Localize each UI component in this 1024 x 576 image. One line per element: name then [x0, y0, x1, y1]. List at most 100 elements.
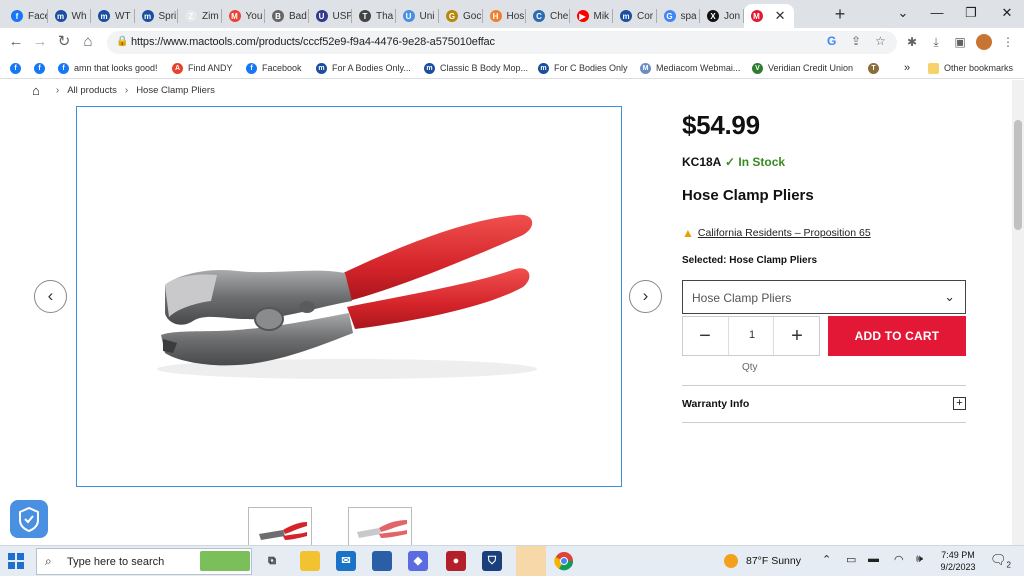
- bookmark-star-icon[interactable]: ☆: [875, 34, 886, 48]
- carousel-next-button[interactable]: ›: [629, 280, 662, 313]
- maximize-button[interactable]: ❐: [954, 0, 988, 28]
- task-view-icon[interactable]: ⧉: [262, 551, 282, 571]
- browser-tab[interactable]: M ✕: [743, 4, 794, 28]
- warranty-accordion[interactable]: Warranty Info +: [682, 385, 966, 423]
- browser-tab[interactable]: H Hos: [483, 4, 526, 28]
- weather-widget[interactable]: 87°F Sunny: [724, 554, 801, 568]
- share-icon[interactable]: ⇪: [851, 34, 861, 48]
- side-panel-icon[interactable]: ▣: [952, 34, 968, 50]
- camera-app-icon[interactable]: ●: [446, 551, 466, 571]
- variant-select[interactable]: Hose Clamp Pliers ⌄: [682, 280, 966, 314]
- address-bar[interactable]: 🔒 https://www.mactools.com/products/cccf…: [107, 31, 897, 54]
- browser-tab[interactable]: ▶ Mik: [570, 4, 613, 28]
- browser-tab[interactable]: Gspa: [657, 4, 700, 28]
- back-arrow-icon[interactable]: ←: [6, 32, 26, 52]
- increase-quantity-button[interactable]: +: [784, 323, 810, 349]
- browser-tab[interactable]: C Che: [526, 4, 570, 28]
- browser-tab[interactable]: U USP: [309, 4, 352, 28]
- tab-search-icon[interactable]: ⌄: [886, 0, 920, 28]
- product-page: ⌂ › All products › Hose Clamp Pliers ‹ ›…: [0, 80, 1024, 545]
- clock[interactable]: 7:49 PM 9/2/2023: [935, 549, 981, 573]
- browser-tab[interactable]: B Bad: [265, 4, 309, 28]
- browser-tab[interactable]: M You: [222, 4, 265, 28]
- prop65-link[interactable]: California Residents – Proposition 65: [698, 227, 871, 239]
- profile-avatar[interactable]: [976, 34, 992, 50]
- forward-arrow-icon[interactable]: →: [30, 32, 50, 52]
- browser-tab[interactable]: m WT: [91, 4, 135, 28]
- browser-tab[interactable]: m Spri: [135, 4, 178, 28]
- bookmark-item[interactable]: M Mediacom Webmai...: [640, 61, 740, 75]
- bookmark-favicon-icon: m: [316, 62, 327, 74]
- file-explorer-icon[interactable]: [300, 551, 320, 571]
- tab-favicon-icon: m: [98, 10, 110, 22]
- tab-title: Mik: [593, 10, 610, 22]
- expand-plus-icon[interactable]: +: [953, 397, 966, 410]
- carousel-prev-button[interactable]: ‹: [34, 280, 67, 313]
- bookmarks-more-button[interactable]: »: [904, 61, 910, 75]
- close-window-button[interactable]: ✕: [990, 0, 1024, 28]
- bookmark-item[interactable]: f amn that looks good!: [58, 61, 158, 75]
- browser-tab[interactable]: U Uni: [396, 4, 439, 28]
- browser-tab[interactable]: Z Zim: [178, 4, 222, 28]
- notification-center-button[interactable]: 🗨2: [990, 552, 1011, 570]
- breadcrumb-all-products[interactable]: All products: [67, 85, 117, 96]
- notification-count: 2: [1006, 560, 1011, 570]
- product-image-gallery[interactable]: [76, 106, 622, 487]
- thumbnail-1[interactable]: [248, 507, 312, 545]
- tray-overflow-icon[interactable]: ⌃: [822, 553, 831, 566]
- bookmark-item[interactable]: m Classic B Body Mop...: [424, 61, 528, 75]
- google-translate-icon[interactable]: G: [827, 34, 836, 48]
- close-tab-icon[interactable]: ✕: [775, 8, 786, 24]
- bookmark-item[interactable]: V Veridian Credit Union: [752, 61, 853, 75]
- bookmark-item[interactable]: f Facebook: [246, 61, 302, 75]
- app-icon[interactable]: ◆: [408, 551, 428, 571]
- battery-icon[interactable]: ▬: [868, 553, 879, 565]
- tray-app-icon[interactable]: ▭: [846, 553, 856, 566]
- browser-tab[interactable]: T Tha: [352, 4, 396, 28]
- bookmark-item[interactable]: f: [34, 61, 50, 75]
- store-icon[interactable]: [372, 551, 392, 571]
- browser-tab[interactable]: G Goc: [439, 4, 483, 28]
- browser-tab[interactable]: X Jon: [700, 4, 744, 28]
- bookmark-item[interactable]: f: [10, 61, 26, 75]
- tab-favicon-icon: X: [707, 10, 719, 22]
- browser-tab[interactable]: m Wh: [48, 4, 91, 28]
- tab-title: WT: [115, 10, 131, 22]
- home-icon[interactable]: ⌂: [32, 83, 40, 98]
- url-text[interactable]: https://www.mactools.com/products/cccf52…: [131, 36, 495, 48]
- browser-tab[interactable]: m Cor: [613, 4, 657, 28]
- home-icon[interactable]: ⌂: [78, 32, 98, 52]
- chrome-icon[interactable]: [554, 551, 574, 571]
- new-tab-button[interactable]: +: [830, 4, 850, 24]
- quantity-stepper: − 1 +: [682, 316, 820, 356]
- bookmark-item[interactable]: m For A Bodies Only...: [316, 61, 411, 75]
- decrease-quantity-button[interactable]: −: [692, 323, 718, 349]
- bookmark-item[interactable]: T: [868, 61, 884, 75]
- extensions-icon[interactable]: ✱: [904, 34, 920, 50]
- windows-start-icon[interactable]: [8, 553, 24, 569]
- quantity-label: Qty: [742, 362, 758, 373]
- bookmark-item[interactable]: m For C Bodies Only: [538, 61, 628, 75]
- quantity-input[interactable]: 1: [743, 329, 761, 341]
- minimize-button[interactable]: —: [920, 0, 954, 28]
- wifi-icon[interactable]: ◠: [894, 553, 904, 566]
- mail-icon[interactable]: ✉: [336, 551, 356, 571]
- security-app-icon[interactable]: ⛉: [482, 551, 502, 571]
- add-to-cart-button[interactable]: ADD TO CART: [828, 316, 966, 356]
- page-scrollbar[interactable]: [1012, 80, 1024, 545]
- download-icon[interactable]: ⤓: [928, 34, 944, 50]
- thumbnail-2[interactable]: [348, 507, 412, 545]
- windows-taskbar: ⌕ Type here to search ⧉ ✉ ◆ ● ⛉ 87°F Sun…: [0, 545, 1024, 576]
- scrollbar-thumb[interactable]: [1014, 120, 1022, 230]
- bookmark-item[interactable]: A Find ANDY: [172, 61, 233, 75]
- tab-favicon-icon: H: [489, 10, 502, 22]
- browser-tab[interactable]: f Face: [4, 4, 48, 28]
- browser-toolbar: ← → ↻ ⌂ 🔒 https://www.mactools.com/produ…: [0, 28, 1024, 57]
- shield-app-icon[interactable]: [516, 546, 546, 576]
- chevron-down-icon: ⌄: [944, 289, 955, 304]
- volume-icon[interactable]: 🕪: [916, 553, 923, 566]
- privacy-shield-widget[interactable]: [10, 500, 48, 538]
- reload-icon[interactable]: ↻: [54, 32, 74, 52]
- other-bookmarks-folder[interactable]: Other bookmarks: [928, 61, 1013, 75]
- menu-kebab-icon[interactable]: ⋮: [1000, 34, 1016, 50]
